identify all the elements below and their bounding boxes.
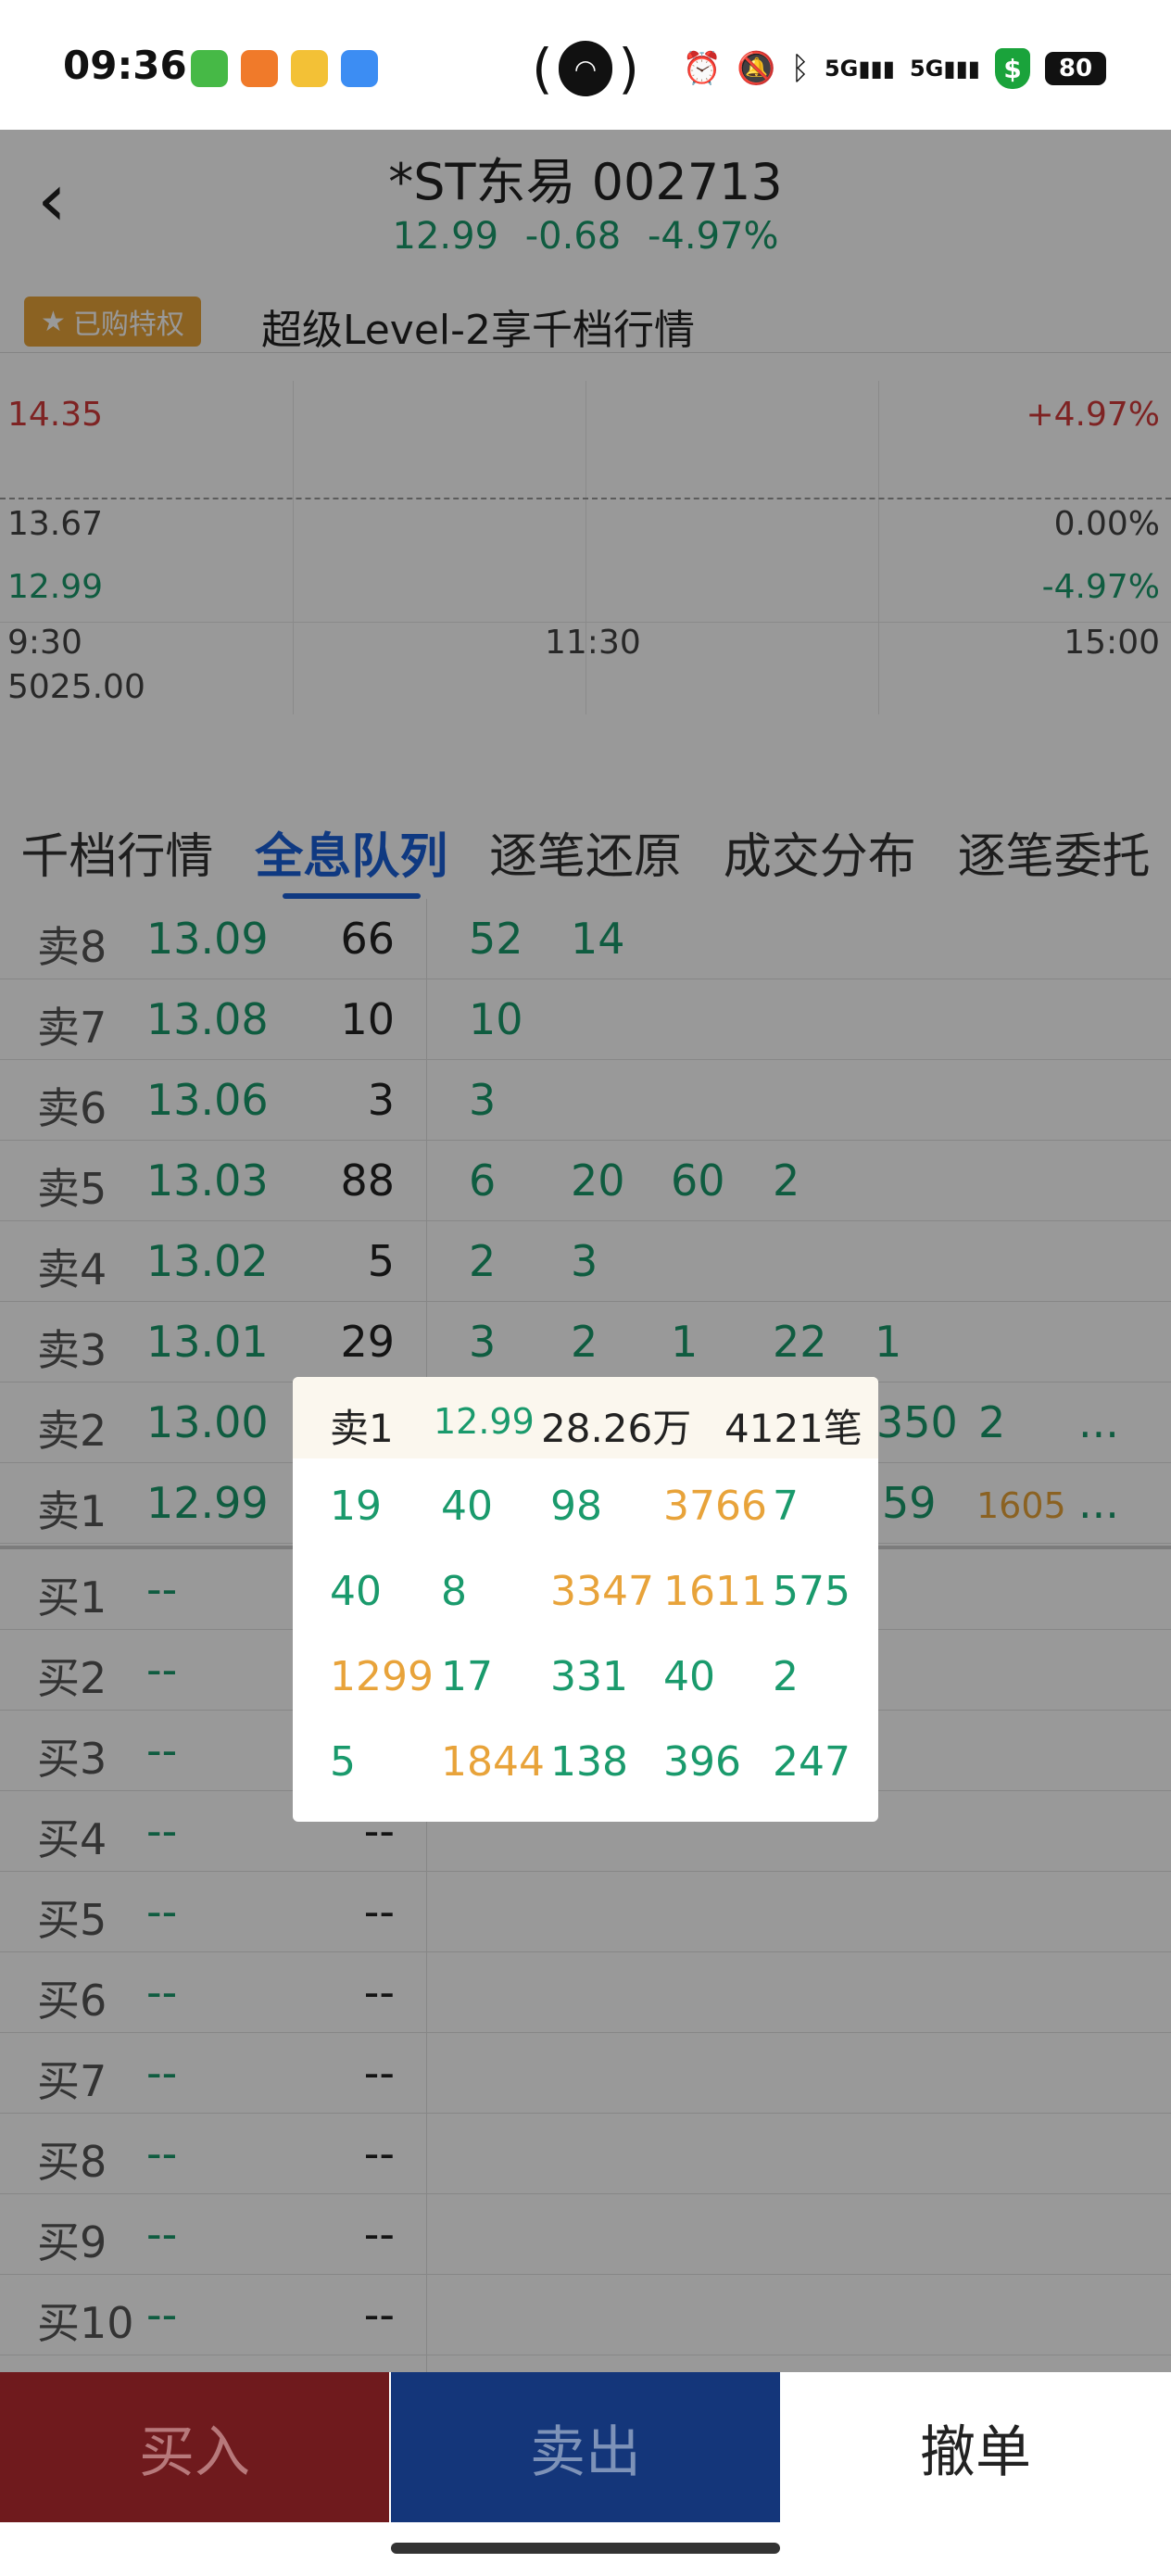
buy-button[interactable]: 买入 — [0, 2372, 389, 2522]
queue-detail-popup[interactable]: 卖1 12.99 28.26万 4121笔 19 40 98 3766 7 40… — [293, 1377, 878, 1822]
queue-cell: 138 — [550, 1738, 628, 1786]
cancel-order-button[interactable]: 撤单 — [780, 2372, 1171, 2522]
queue-cell: 17 — [441, 1653, 493, 1700]
popup-level: 卖1 — [330, 1406, 394, 1451]
signal-icon: 5G▮▮▮ — [824, 56, 895, 82]
queue-cell: 331 — [550, 1653, 628, 1700]
home-indicator — [0, 2522, 1171, 2576]
shield-icon: $ — [995, 48, 1030, 89]
queue-cell: 40 — [441, 1483, 493, 1530]
queue-cell: 575 — [773, 1568, 850, 1615]
queue-cell: 19 — [330, 1483, 382, 1530]
popup-price: 12.99 — [434, 1401, 535, 1442]
video-app-icon — [241, 50, 278, 87]
queue-cell: 98 — [550, 1483, 602, 1530]
notification-icons — [191, 50, 378, 87]
battery-indicator: 80 — [1045, 52, 1106, 85]
mute-icon: 🔕 — [737, 50, 776, 87]
status-icons: ⏰ 🔕 ᛒ 5G▮▮▮ 5G▮▮▮ $ 80 — [683, 48, 1106, 89]
queue-cell: 1611 — [663, 1568, 767, 1615]
bluetooth-icon: ᛒ — [790, 50, 810, 87]
queue-cell: 2 — [773, 1653, 799, 1700]
notes-app-icon — [291, 50, 328, 87]
alarm-icon: ⏰ — [682, 50, 723, 87]
queue-cell: 1844 — [441, 1738, 545, 1786]
queue-cell: 5 — [330, 1738, 356, 1786]
status-bar: 09:36 (◠) ⏰ 🔕 ᛒ 5G▮▮▮ 5G▮▮▮ $ 80 — [0, 0, 1171, 130]
messages-app-icon — [191, 50, 228, 87]
hotspot-icon: ◠ — [558, 41, 613, 96]
signal-icon-2: 5G▮▮▮ — [909, 56, 980, 82]
popup-header: 卖1 12.99 28.26万 4121笔 — [293, 1377, 878, 1458]
modal-backdrop[interactable] — [0, 130, 1171, 2372]
home-indicator-pill[interactable] — [391, 2543, 780, 2554]
queue-cell: 396 — [663, 1738, 741, 1786]
weather-app-icon — [341, 50, 378, 87]
popup-count: 4121笔 — [724, 1406, 863, 1451]
queue-cell: 3347 — [550, 1568, 654, 1615]
queue-cell: 1299 — [330, 1653, 434, 1700]
queue-cell: 247 — [773, 1738, 850, 1786]
trade-bar: 买入 卖出 撤单 — [0, 2372, 1171, 2522]
popup-volume: 28.26万 — [541, 1406, 692, 1451]
queue-cell: 40 — [663, 1653, 715, 1700]
sell-button[interactable]: 卖出 — [391, 2372, 780, 2522]
queue-cell: 40 — [330, 1568, 382, 1615]
status-time: 09:36 — [63, 43, 187, 88]
queue-cell: 3766 — [663, 1483, 767, 1530]
queue-cell: 8 — [441, 1568, 467, 1615]
queue-cell: 7 — [773, 1483, 799, 1530]
hotspot-indicator: (◠) — [532, 37, 639, 100]
